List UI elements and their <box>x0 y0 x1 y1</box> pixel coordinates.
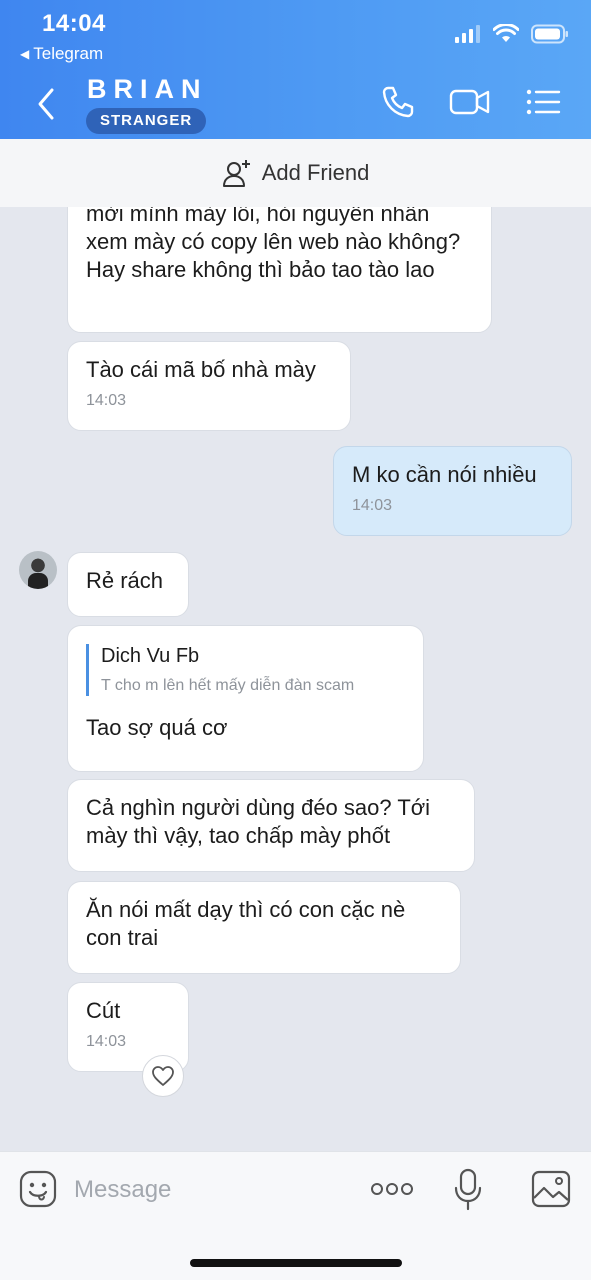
message-text: Tao sợ quá cơ <box>86 715 228 740</box>
message-bubble[interactable]: Rẻ rách <box>67 552 189 617</box>
message-list[interactable]: mời mình mày lỗi, hỏi nguyên nhân xem mà… <box>0 207 591 1151</box>
add-user-icon <box>222 160 250 187</box>
message-bubble[interactable]: mời mình mày lỗi, hỏi nguyên nhân xem mà… <box>67 207 492 333</box>
message-bubble-outgoing[interactable]: M ko cần nói nhiều 14:03 <box>333 446 572 536</box>
message-input[interactable] <box>74 1172 324 1208</box>
microphone-icon[interactable] <box>454 1168 482 1212</box>
gallery-image-icon[interactable] <box>531 1170 571 1208</box>
message-bubble[interactable]: Ăn nói mất dạy thì có con cặc nè con tra… <box>67 881 461 974</box>
emoji-sticker-icon[interactable] <box>19 1170 57 1208</box>
chat-menu-icon[interactable] <box>524 84 562 120</box>
status-time: 14:04 <box>42 10 106 37</box>
back-to-app-link[interactable]: ◀ Telegram <box>20 44 103 64</box>
message-text: Tào cái mã bố nhà mày <box>86 357 316 382</box>
reply-snippet: T cho m lên hết mấy diễn đàn scam <box>101 677 355 694</box>
message-text: Ăn nói mất dạy thì có con cặc nè con tra… <box>86 897 406 950</box>
contact-name[interactable]: BRIAN <box>87 74 208 105</box>
reply-message-bubble[interactable]: Dich Vu Fb T cho m lên hết mấy diễn đàn … <box>67 625 424 772</box>
message-bubble[interactable]: Cả nghìn người dùng đéo sao? Tới mày thì… <box>67 779 475 872</box>
message-text: Cút <box>86 998 121 1023</box>
like-reaction-button[interactable] <box>142 1055 184 1097</box>
message-time: 14:03 <box>86 1033 127 1050</box>
phone-call-icon[interactable] <box>380 84 416 120</box>
message-text: Rẻ rách <box>86 568 164 593</box>
add-friend-label: Add Friend <box>261 160 370 185</box>
message-text: Cả nghìn người dùng đéo sao? Tới mày thì… <box>86 795 431 848</box>
message-time: 14:03 <box>86 392 127 409</box>
back-app-label: Telegram <box>33 44 104 63</box>
more-options-icon[interactable] <box>370 1178 414 1200</box>
heart-icon <box>152 1066 174 1086</box>
status-icons <box>455 24 569 44</box>
stranger-badge: STRANGER <box>86 108 207 134</box>
message-text: M ko cần nói nhiều <box>352 462 537 487</box>
message-time: 14:03 <box>352 497 393 514</box>
reply-author: Dich Vu Fb <box>101 645 200 667</box>
chat-header: 14:04 ◀ Telegram BRIAN STRANGER <box>0 0 591 139</box>
wifi-icon <box>493 24 519 42</box>
home-indicator[interactable] <box>190 1259 402 1267</box>
add-friend-button[interactable]: Add Friend <box>0 139 591 207</box>
video-call-icon[interactable] <box>448 84 492 120</box>
battery-icon <box>531 24 568 44</box>
back-triangle-icon: ◀ <box>20 47 30 61</box>
message-text: mời mình mày lỗi, hỏi nguyên nhân xem mà… <box>86 207 461 282</box>
signal-icon <box>455 25 480 43</box>
reply-quote[interactable]: Dich Vu Fb T cho m lên hết mấy diễn đàn … <box>86 644 405 696</box>
back-chevron-icon[interactable] <box>30 82 64 126</box>
avatar[interactable] <box>19 551 57 589</box>
message-bubble[interactable]: Tào cái mã bố nhà mày 14:03 <box>67 341 351 431</box>
